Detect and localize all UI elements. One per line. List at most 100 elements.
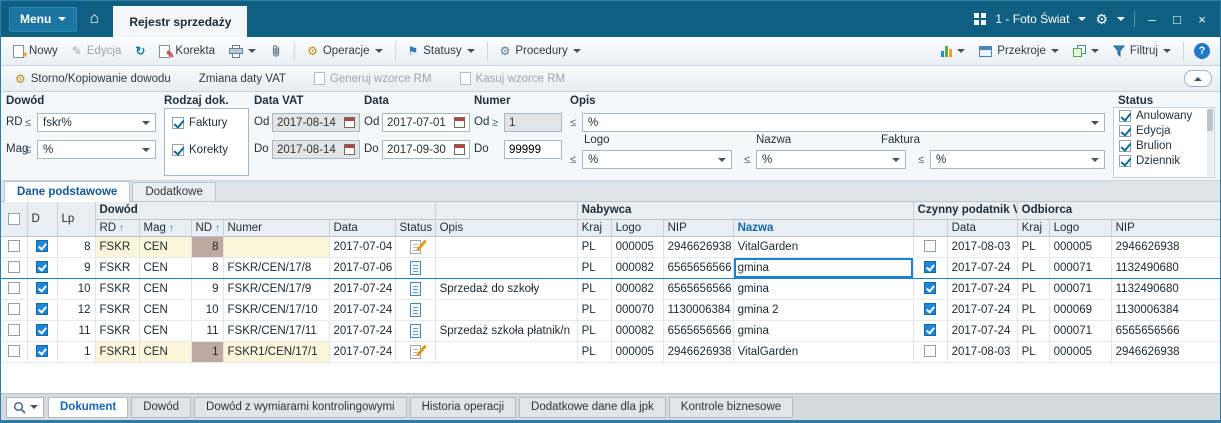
operacje-button[interactable]: ⚙ Operacje [301, 42, 388, 60]
gear-icon[interactable]: ⚙ [1095, 12, 1108, 26]
cell-nip[interactable]: 6565656566 [663, 256, 734, 279]
generuj-wzorce-button[interactable]: Generuj wzorce RM [308, 69, 438, 88]
kasuj-wzorce-button[interactable]: Kasuj wzorce RM [454, 69, 571, 88]
cell-numer[interactable] [223, 236, 330, 258]
faktury-checkbox[interactable] [172, 117, 184, 129]
cell-o_nip[interactable]: 1132490680 [1111, 256, 1220, 279]
col-rd-header[interactable]: RD ↑ [95, 219, 140, 237]
cell-logo[interactable]: 000082 [611, 278, 664, 300]
col-opis-header[interactable]: Opis [435, 219, 578, 237]
cell-vat_data[interactable]: 2017-07-24 [947, 320, 1018, 342]
select-all-header[interactable] [1, 202, 28, 237]
col-nazwa-header[interactable]: Nazwa [733, 219, 914, 237]
zmiana-daty-vat-button[interactable]: Zmiana daty VAT [193, 70, 292, 88]
company-chevron-icon[interactable] [1078, 17, 1087, 21]
cell-o_nip[interactable]: 1132490680 [1111, 278, 1220, 300]
cell-nip[interactable]: 6565656566 [663, 278, 734, 300]
checkbox[interactable] [7, 240, 20, 253]
cell-logo[interactable]: 000005 [611, 341, 664, 363]
rd-operator[interactable]: ≤ [25, 117, 31, 129]
calendar-icon[interactable] [344, 117, 355, 128]
apps-grid-icon[interactable] [974, 13, 987, 25]
checkbox[interactable] [36, 303, 48, 316]
close-button[interactable]: × [1194, 12, 1210, 27]
cell-nazwa[interactable]: VitalGarden [733, 236, 914, 258]
calendar-icon[interactable] [454, 117, 465, 128]
cell-opis[interactable]: Sprzedaż do szkoły [435, 278, 578, 300]
cell-nazwa[interactable]: gmina [733, 278, 914, 300]
cell-logo[interactable]: 000082 [611, 256, 664, 279]
table-row[interactable]: 12 FSKR CEN 10 FSKR/CEN/17/10 2017-07-24 PL 000… [1, 299, 1220, 321]
logo-operator[interactable]: ≤ [570, 154, 576, 166]
cell-o_kraj[interactable]: PL [1017, 278, 1050, 300]
footer-tab[interactable]: Dowód z wymiarami kontrolingowymi [194, 396, 407, 418]
cell-nip[interactable]: 1130006384 [663, 299, 734, 321]
table-row[interactable]: 8 FSKR CEN 8 2017-07-04 PL 000005 2946626938 Vit… [1, 236, 1220, 258]
footer-tab[interactable]: Historia operacji [409, 396, 517, 418]
cell-d[interactable] [27, 256, 58, 279]
menu-button[interactable]: Menu [9, 6, 78, 32]
edycja-button[interactable]: ✎ Edycja [66, 42, 128, 60]
cell-mag[interactable]: CEN [139, 236, 192, 258]
cell-vat_data[interactable]: 2017-08-03 [947, 341, 1018, 363]
cell-rd[interactable]: FSKR [95, 256, 140, 279]
cell-mag[interactable]: CEN [139, 320, 192, 342]
cell-vat[interactable] [913, 320, 948, 342]
refresh-button[interactable]: ↻ [129, 42, 151, 60]
checkbox[interactable] [1119, 125, 1131, 137]
checkbox[interactable] [36, 282, 48, 295]
cell-o_logo[interactable]: 000071 [1049, 278, 1112, 300]
cell-kraj[interactable]: PL [577, 236, 612, 258]
cell-opis[interactable] [435, 341, 578, 363]
cell-nd[interactable]: 1 [191, 341, 224, 363]
cell-vat[interactable] [913, 299, 948, 321]
table-row[interactable]: 1 FSKR1 CEN 1 FSKR1/CEN/17/1 2017-07-24 PL 0000… [1, 341, 1220, 363]
cell-o_logo[interactable]: 000005 [1049, 236, 1112, 258]
data-od-field[interactable]: 2017-07-01 [382, 113, 470, 132]
numer-od-operator[interactable]: ≥ [492, 117, 498, 129]
checkbox[interactable] [1119, 155, 1131, 167]
status-filter-item[interactable]: Brulion [1119, 140, 1211, 152]
cell-o_kraj[interactable]: PL [1017, 320, 1050, 342]
col-vat-check-header[interactable] [913, 219, 948, 237]
cell-mag[interactable]: CEN [139, 341, 192, 363]
cell-lp[interactable]: 10 [57, 278, 96, 300]
cell-lp[interactable]: 1 [57, 341, 96, 363]
col-logo-header[interactable]: Logo [611, 219, 664, 237]
calendar-icon[interactable] [344, 144, 355, 155]
cell-o_logo[interactable]: 000071 [1049, 256, 1112, 279]
group-dowod-header[interactable]: Dowód [95, 202, 436, 220]
cell-opis[interactable]: Sprzedaż szkoła płatnik/n [435, 320, 578, 342]
statusy-button[interactable]: ⚑ Statusy [402, 42, 481, 60]
collapse-filter-button[interactable] [1184, 70, 1212, 87]
status-icon-cell[interactable] [395, 278, 436, 300]
row-select-cell[interactable] [1, 341, 28, 363]
cell-kraj[interactable]: PL [577, 278, 612, 300]
status-icon-cell[interactable] [395, 320, 436, 342]
col-nd-header[interactable]: ND ↑ [191, 219, 224, 237]
cell-opis[interactable] [435, 299, 578, 321]
col-vat-data-header[interactable]: Data [947, 219, 1018, 237]
cell-vat_data[interactable]: 2017-07-24 [947, 299, 1018, 321]
help-button[interactable]: ? [1194, 43, 1210, 59]
chart-button[interactable] [935, 42, 971, 60]
checkbox[interactable] [924, 345, 937, 358]
tab-dane-podstawowe[interactable]: Dane podstawowe [4, 181, 131, 202]
footer-tab[interactable]: Dodatkowe dane dla jpk [519, 396, 666, 418]
cell-vat_data[interactable]: 2017-08-03 [947, 236, 1018, 258]
cell-opis[interactable] [435, 236, 578, 258]
cell-o_kraj[interactable]: PL [1017, 299, 1050, 321]
footer-tab[interactable]: Dowód [131, 396, 192, 418]
nowy-button[interactable]: + Nowy [7, 42, 64, 61]
checkbox[interactable] [36, 261, 48, 274]
attachment-button[interactable] [264, 41, 288, 61]
cell-nazwa[interactable]: gmina [733, 320, 914, 342]
select-all-checkbox[interactable] [7, 212, 20, 225]
col-mag-header[interactable]: Mag ↑ [139, 219, 192, 237]
cell-vat[interactable] [913, 278, 948, 300]
cell-data[interactable]: 2017-07-04 [329, 236, 396, 258]
cell-d[interactable] [27, 320, 58, 342]
checkbox[interactable] [36, 345, 48, 358]
status-icon-cell[interactable] [395, 236, 436, 258]
nazwa-combobox[interactable]: % [756, 150, 906, 169]
